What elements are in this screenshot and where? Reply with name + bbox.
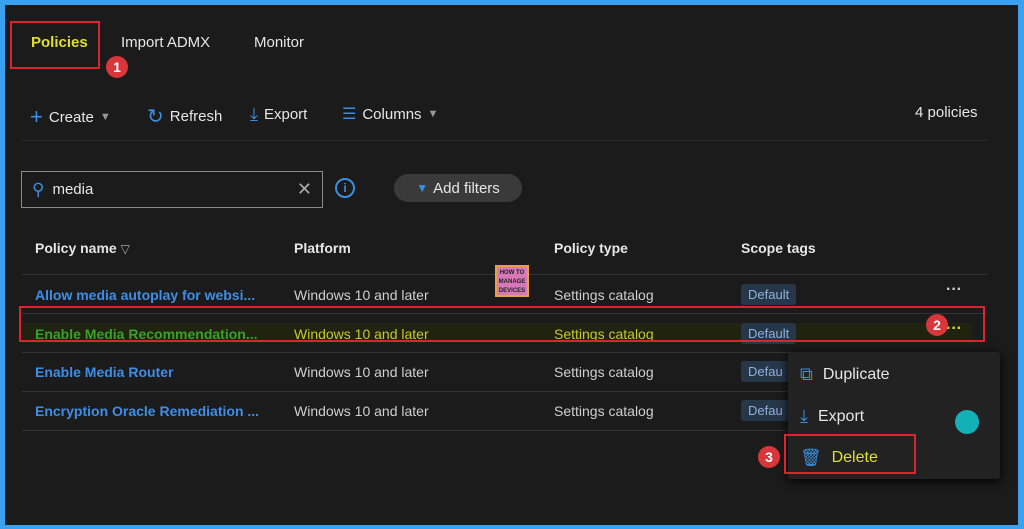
export-button[interactable]: ⤓ Export xyxy=(250,104,307,125)
menu-label: Duplicate xyxy=(822,365,890,383)
clear-icon[interactable]: ✕ xyxy=(297,179,312,200)
platform-cell: Windows 10 and later xyxy=(294,287,429,303)
column-header-policy-name[interactable]: Policy name ▽ xyxy=(35,240,130,256)
create-button[interactable]: + Create ▼ xyxy=(30,104,111,130)
column-header-platform[interactable]: Platform xyxy=(294,240,351,256)
header-label: Policy name xyxy=(35,240,117,256)
search-input[interactable]: ⚲ media ✕ xyxy=(21,171,323,208)
annotation-box-2 xyxy=(19,306,985,342)
copy-icon: ⧉ xyxy=(800,364,813,384)
download-icon: ⤓ xyxy=(800,406,808,426)
annotation-box-1 xyxy=(10,21,100,69)
more-options-icon[interactable]: ··· xyxy=(946,281,962,299)
add-filters-label: Add filters xyxy=(433,179,500,197)
logo: HOW TO MANAGE DEVICES xyxy=(495,265,529,297)
column-header-scope-tags[interactable]: Scope tags xyxy=(741,240,816,256)
create-label: Create xyxy=(48,108,94,126)
annotation-box-3 xyxy=(784,434,916,474)
policy-name-link[interactable]: Encryption Oracle Remediation ... xyxy=(35,403,259,419)
export-label: Export xyxy=(263,106,308,123)
menu-item-duplicate[interactable]: ⧉ Duplicate xyxy=(800,364,890,385)
scope-tag: Default xyxy=(741,284,797,305)
annotation-badge-2: 2 xyxy=(926,314,948,336)
chevron-down-icon: ▼ xyxy=(427,108,439,120)
filter-icon[interactable]: ▽ xyxy=(121,242,130,256)
columns-label: Columns xyxy=(362,105,422,123)
filter-icon: ▼ xyxy=(416,181,429,195)
policy-type-cell: Settings catalog xyxy=(554,287,654,303)
platform-cell: Windows 10 and later xyxy=(294,364,429,380)
refresh-icon: ↻ xyxy=(147,106,164,128)
policy-type-cell: Settings catalog xyxy=(554,403,654,419)
tab-import-admx[interactable]: Import ADMX xyxy=(121,34,210,51)
policy-count: 4 policies xyxy=(915,104,978,121)
scope-tag: Defau xyxy=(741,400,790,421)
annotation-badge-3: 3 xyxy=(758,446,780,468)
policy-type-cell: Settings catalog xyxy=(554,364,654,380)
column-header-policy-type[interactable]: Policy type xyxy=(554,240,628,256)
tab-monitor[interactable]: Monitor xyxy=(254,34,304,51)
download-icon: ⤓ xyxy=(250,104,258,124)
scope-tag: Defau xyxy=(741,361,790,382)
add-filters-button[interactable]: ▼ Add filters xyxy=(394,174,522,202)
info-icon[interactable]: i xyxy=(335,178,355,198)
cursor-indicator xyxy=(955,410,979,434)
columns-button[interactable]: ☰ Columns ▼ xyxy=(342,104,438,124)
platform-cell: Windows 10 and later xyxy=(294,403,429,419)
toolbar-divider xyxy=(22,140,987,141)
policy-name-link[interactable]: Enable Media Router xyxy=(35,364,173,380)
refresh-button[interactable]: ↻ Refresh xyxy=(147,104,222,129)
search-icon: ⚲ xyxy=(32,179,45,199)
annotation-badge-1: 1 xyxy=(106,56,128,78)
plus-icon: + xyxy=(30,104,43,129)
chevron-down-icon: ▼ xyxy=(99,111,111,123)
list-icon: ☰ xyxy=(342,106,357,123)
search-value: media xyxy=(52,181,94,198)
refresh-label: Refresh xyxy=(169,108,223,125)
menu-label: Export xyxy=(817,407,865,425)
menu-item-export[interactable]: ⤓ Export xyxy=(800,406,864,427)
policy-name-link[interactable]: Allow media autoplay for websi... xyxy=(35,287,255,303)
